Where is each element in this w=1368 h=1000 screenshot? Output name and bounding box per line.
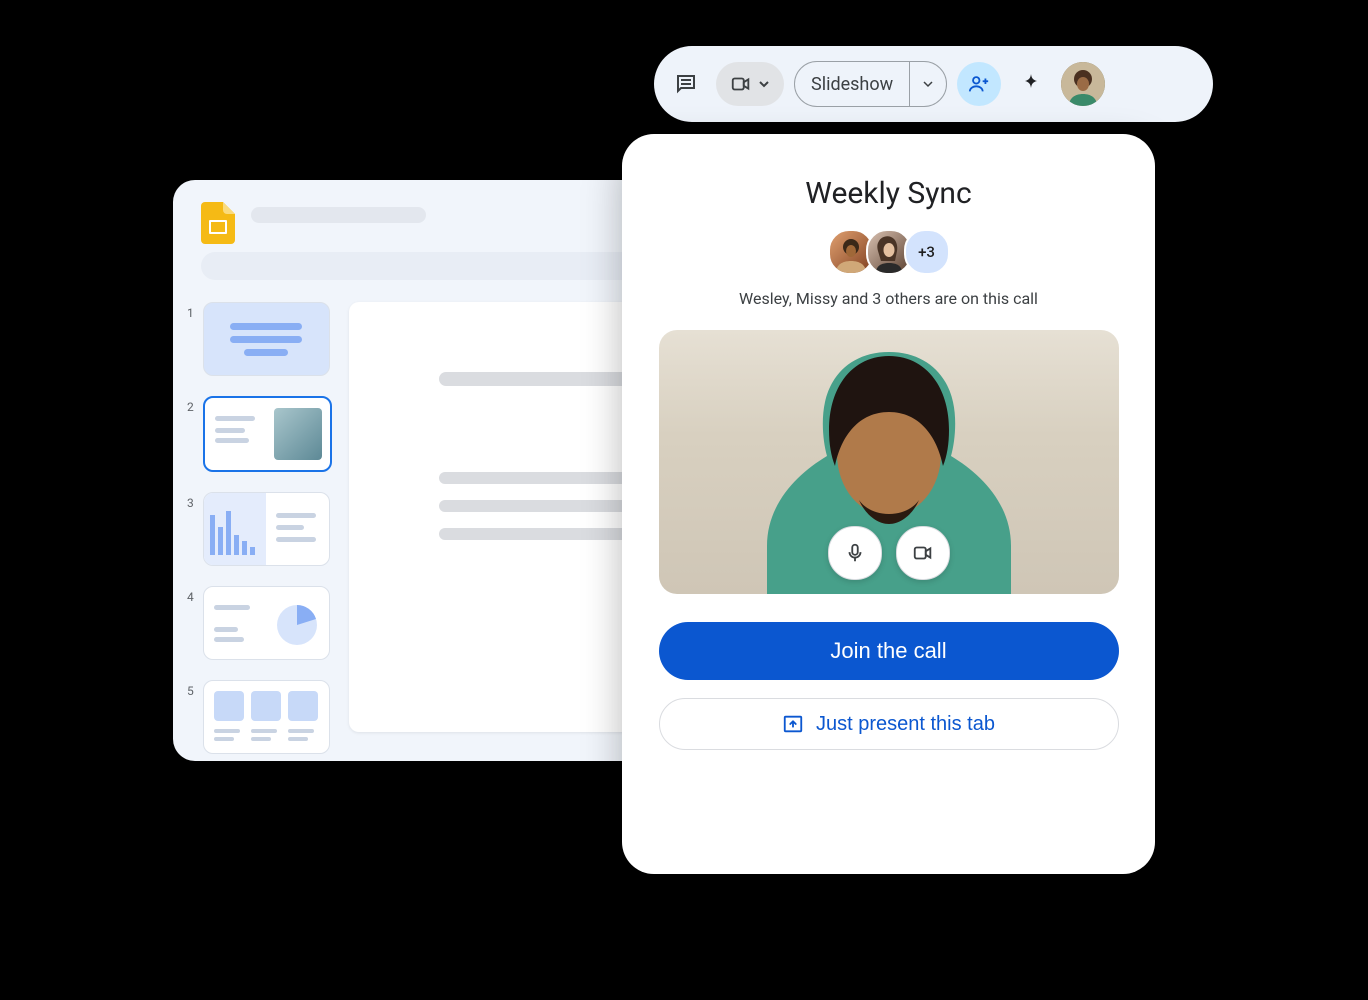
more-participants-badge[interactable]: +3: [904, 229, 950, 275]
video-icon: [912, 542, 934, 564]
participants-subtitle: Wesley, Missy and 3 others are on this c…: [658, 289, 1119, 308]
top-toolbar: Slideshow: [654, 46, 1213, 122]
slide-thumbnail-3[interactable]: [203, 492, 330, 566]
slide-thumbnail-2[interactable]: [203, 396, 332, 472]
slide-thumbnail-5[interactable]: [203, 680, 330, 754]
user-avatar[interactable]: [1061, 62, 1105, 106]
share-button[interactable]: [957, 62, 1001, 106]
doc-title-placeholder: [251, 207, 426, 223]
present-tab-label: Just present this tab: [816, 713, 995, 736]
present-tab-button[interactable]: Just present this tab: [659, 698, 1119, 750]
chevron-down-icon: [923, 79, 933, 89]
camera-toggle[interactable]: [896, 526, 950, 580]
thumb-number: 1: [187, 302, 203, 320]
join-call-button[interactable]: Join the call: [659, 622, 1119, 680]
slide-thumbnail-1[interactable]: [203, 302, 330, 376]
camera-preview: [659, 330, 1119, 594]
present-icon: [782, 713, 804, 735]
chevron-down-icon: [758, 78, 770, 90]
sparkle-icon[interactable]: [1011, 64, 1051, 104]
slideshow-label: Slideshow: [795, 74, 909, 95]
thumb-number: 5: [187, 680, 203, 698]
participant-avatars: +3: [658, 229, 1119, 275]
thumb-number: 3: [187, 492, 203, 510]
meet-join-panel: Weekly Sync +3 Wesley, Missy and 3 other…: [622, 134, 1155, 874]
person-add-icon: [968, 73, 990, 95]
thumb-number: 4: [187, 586, 203, 604]
slide-thumbnail-4[interactable]: [203, 586, 330, 660]
mic-icon: [844, 542, 866, 564]
slideshow-dropdown[interactable]: [909, 62, 946, 106]
slides-logo-icon: [201, 202, 235, 248]
slide-thumbnails: 1 2 3: [187, 302, 332, 774]
thumb-number: 2: [187, 396, 203, 414]
comments-icon[interactable]: [666, 64, 706, 104]
mic-toggle[interactable]: [828, 526, 882, 580]
slideshow-button[interactable]: Slideshow: [794, 61, 947, 107]
video-call-button[interactable]: [716, 62, 784, 106]
meeting-title: Weekly Sync: [658, 176, 1119, 211]
